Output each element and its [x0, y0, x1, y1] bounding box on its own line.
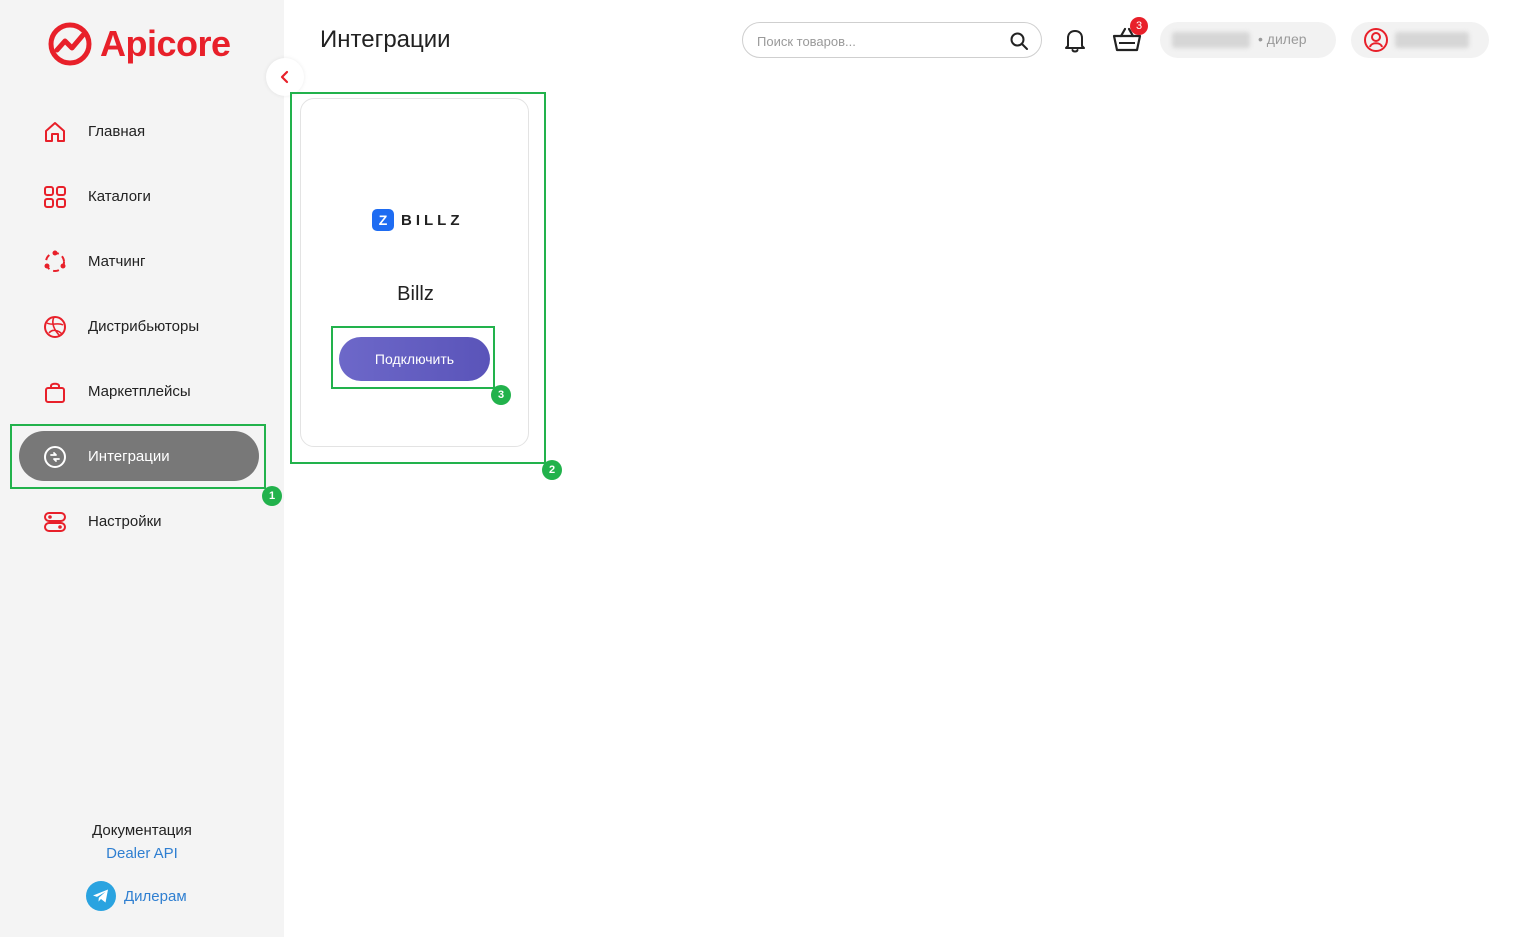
globe-icon — [41, 313, 69, 341]
sidebar-item-label: Главная — [88, 122, 146, 140]
search-input[interactable] — [757, 31, 997, 51]
dealer-api-link[interactable]: Dealer API — [106, 845, 178, 862]
integration-name: Billz — [397, 283, 434, 305]
sidebar-item-distributors[interactable]: Дистрибьюторы — [19, 301, 259, 351]
app-root: Apicore Главная Каталоги Матчинг Дистриб… — [0, 0, 1518, 937]
brand-logo[interactable]: Apicore — [46, 20, 231, 68]
brand-name: Apicore — [100, 23, 231, 64]
cart-count-badge: 3 — [1130, 17, 1148, 35]
chevron-left-icon — [280, 70, 289, 84]
sidebar-item-home[interactable]: Главная — [19, 106, 259, 156]
settings-toggle-icon — [41, 508, 69, 536]
apicore-logo-icon — [48, 22, 92, 66]
documentation-title: Документация — [92, 822, 192, 839]
sidebar-item-marketplaces[interactable]: Маркетплейсы — [19, 366, 259, 416]
matching-icon — [41, 248, 69, 276]
shopping-bag-icon — [41, 378, 69, 406]
blurred-dealer-name — [1172, 32, 1250, 48]
sidebar-item-label: Настройки — [88, 512, 162, 530]
sidebar: Apicore Главная Каталоги Матчинг Дистриб… — [0, 0, 284, 937]
user-avatar-icon — [1364, 28, 1388, 52]
sidebar-item-catalogs[interactable]: Каталоги — [19, 171, 259, 221]
sidebar-item-settings[interactable]: Настройки — [19, 496, 259, 546]
telegram-dealers-link[interactable]: Дилерам — [86, 881, 187, 911]
user-profile-menu[interactable] — [1351, 22, 1489, 58]
bell-icon[interactable] — [1062, 26, 1088, 54]
sidebar-footer: Документация Dealer API Дилерам — [0, 822, 284, 911]
billz-logo-mark: Z — [372, 209, 394, 231]
sidebar-item-matching[interactable]: Матчинг — [19, 236, 259, 286]
billz-wordmark: BILLZ — [401, 211, 464, 229]
sidebar-item-integrations[interactable]: Интеграции — [19, 431, 259, 481]
billz-logo: Z BILLZ — [372, 209, 464, 231]
sidebar-item-label: Дистрибьюторы — [88, 317, 200, 335]
dealer-selector[interactable]: • дилер — [1160, 22, 1336, 58]
sidebar-item-label: Маркетплейсы — [88, 382, 191, 400]
sidebar-collapse-button[interactable] — [266, 58, 304, 96]
blurred-user-name — [1395, 32, 1469, 48]
search-box — [742, 22, 1042, 58]
page-title: Интеграции — [320, 26, 451, 53]
sidebar-item-label: Интеграции — [88, 447, 170, 465]
sidebar-item-label: Каталоги — [88, 187, 151, 205]
dealer-role-label: • дилер — [1258, 31, 1307, 47]
sidebar-item-label: Матчинг — [88, 252, 146, 270]
annotation-badge-2: 2 — [542, 460, 562, 480]
telegram-label: Дилерам — [124, 887, 187, 905]
connect-button[interactable]: Подключить — [339, 337, 490, 381]
dealer-role: дилер — [1266, 31, 1307, 47]
telegram-icon — [86, 881, 116, 911]
integration-icon — [41, 443, 69, 471]
search-icon[interactable] — [1009, 31, 1029, 51]
home-icon — [41, 118, 69, 146]
integration-card-billz: Z BILLZ Billz Подключить — [300, 98, 529, 447]
catalog-grid-icon — [41, 183, 69, 211]
